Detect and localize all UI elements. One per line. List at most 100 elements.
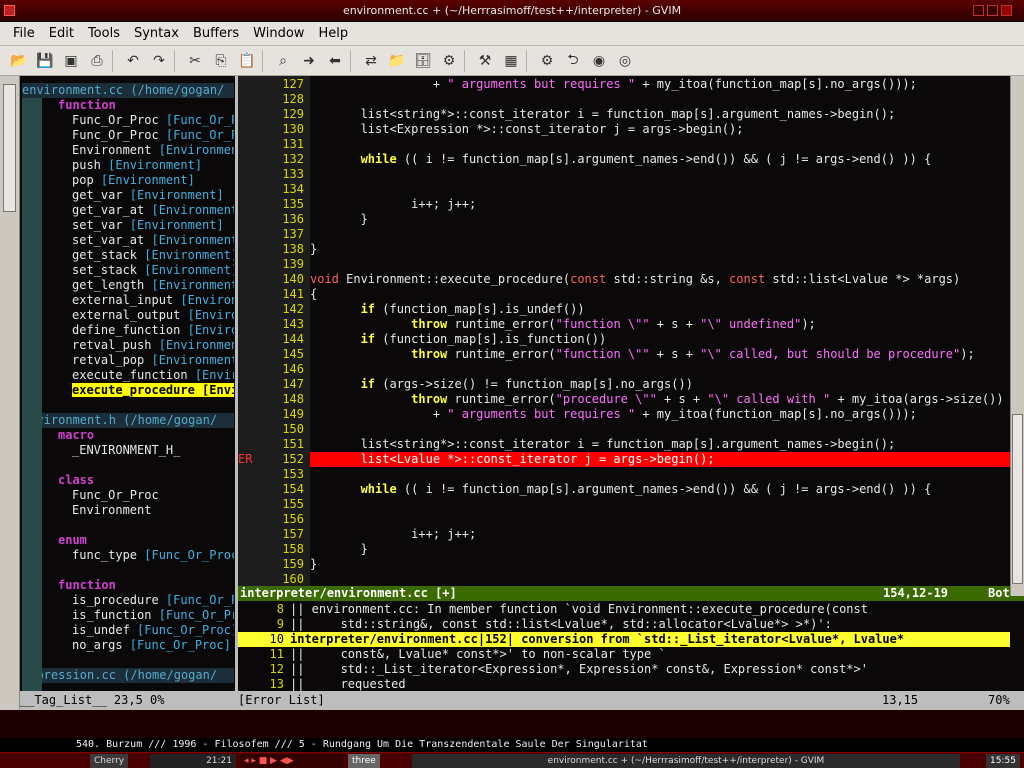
taglist-line[interactable]: is_procedure [Func_Or_P <box>22 593 234 608</box>
taskbar-desktop[interactable]: three <box>348 754 380 768</box>
code-line[interactable] <box>310 497 1010 512</box>
code-line[interactable]: list<Expression *>::const_iterator j = a… <box>310 122 1010 137</box>
taglist-line[interactable]: _ENVIRONMENT_H_ <box>22 443 234 458</box>
close-icon[interactable] <box>1001 5 1012 16</box>
code-line[interactable]: i++; j++; <box>310 527 1010 542</box>
taglist-line[interactable]: Func_Or_Proc [Func_Or_P <box>22 128 234 143</box>
help-button[interactable]: ◉ <box>586 49 612 73</box>
taglist-line[interactable]: func_type [Func_Or_Proc <box>22 548 234 563</box>
player-controls[interactable]: ◂ ▸ ■ ▶ ◀▶ <box>240 754 344 768</box>
taglist-item-name[interactable]: Func_Or_Proc <box>72 128 166 142</box>
taglist-item-name[interactable]: pop <box>72 173 101 187</box>
taglist-line[interactable]: is_undef [Func_Or_Proc] <box>22 623 234 638</box>
taglist-item-name[interactable]: func_type <box>72 548 144 562</box>
taglist-line[interactable]: class <box>22 473 234 488</box>
taglist-item-name[interactable]: external_output <box>72 308 188 322</box>
menu-buffers[interactable]: Buffers <box>186 22 246 46</box>
taglist-line[interactable]: retval_pop [Environment <box>22 353 234 368</box>
replace-button[interactable]: ⇄ <box>358 49 384 73</box>
run-script-button[interactable]: ⚙ <box>436 49 462 73</box>
taglist-item-name[interactable]: Environment <box>72 503 151 517</box>
taglist-item-name[interactable]: is_undef <box>72 623 137 637</box>
taglist-item-name[interactable]: _ENVIRONMENT_H_ <box>72 443 180 457</box>
taglist-line[interactable]: external_input [Environ <box>22 293 234 308</box>
maximize-icon[interactable] <box>987 5 998 16</box>
taglist-line[interactable]: execute_function [Envir <box>22 368 234 383</box>
code-line[interactable]: if (function_map[s].is_undef()) <box>310 302 1010 317</box>
paste-button[interactable]: 📋 <box>234 49 260 73</box>
code-line[interactable]: i++; j++; <box>310 197 1010 212</box>
menu-tools[interactable]: Tools <box>81 22 127 46</box>
find-next-button[interactable]: ➜ <box>296 49 322 73</box>
taglist-line[interactable]: get_var_at [Environment] <box>22 203 234 218</box>
horizontal-scrollbar[interactable] <box>0 710 1024 738</box>
code-line[interactable] <box>310 422 1010 437</box>
code-line[interactable]: throw runtime_error("function \"" + s + … <box>310 317 1010 332</box>
code-line[interactable]: throw runtime_error("procedure \"" + s +… <box>310 392 1010 407</box>
jump-tag-button[interactable]: ⮌ <box>560 49 586 73</box>
save-button[interactable]: 💾 <box>32 49 58 73</box>
taglist-line[interactable]: retval_push [Environmen <box>22 338 234 353</box>
taglist-line[interactable]: get_length [Environment] <box>22 278 234 293</box>
taglist-line[interactable]: no_args [Func_Or_Proc] <box>22 638 234 653</box>
code-line[interactable] <box>310 167 1010 182</box>
code-line[interactable]: } <box>310 557 1010 572</box>
code-line[interactable]: while (( i != function_map[s].argument_n… <box>310 152 1010 167</box>
taglist-line[interactable]: set_stack [Environment] <box>22 263 234 278</box>
taglist-line[interactable]: set_var_at [Environment] <box>22 233 234 248</box>
menu-help[interactable]: Help <box>311 22 355 46</box>
code-line[interactable] <box>310 137 1010 152</box>
quickfix-line[interactable]: 12 || std::_List_iterator<Expression*, Ex… <box>238 662 1010 677</box>
menu-syntax[interactable]: Syntax <box>127 22 186 46</box>
code-line[interactable]: if (function_map[s].is_function()) <box>310 332 1010 347</box>
taglist-line[interactable]: Environment <box>22 503 234 518</box>
taglist-line[interactable]: define_function [Enviro <box>22 323 234 338</box>
quickfix-line[interactable]: 13 || requested <box>238 677 1010 692</box>
taglist-item-name[interactable]: get_var <box>72 188 130 202</box>
code-line[interactable]: } <box>310 542 1010 557</box>
left-scrollbar-thumb[interactable] <box>3 84 16 212</box>
taglist-item-name[interactable]: retval_pop <box>72 353 151 367</box>
menu-edit[interactable]: Edit <box>42 22 81 46</box>
code-line[interactable]: + " arguments but requires " + my_itoa(f… <box>310 407 1010 422</box>
print-button[interactable]: ⎙ <box>84 49 110 73</box>
code-line[interactable]: void Environment::execute_procedure(cons… <box>310 272 1010 287</box>
taglist-item-name[interactable]: get_var_at <box>72 203 151 217</box>
code-line[interactable]: } <box>310 212 1010 227</box>
taglist-item-name[interactable]: Func_Or_Proc <box>72 488 159 502</box>
quickfix-line[interactable]: 11 || const&, Lvalue* const*>' to non-sca… <box>238 647 1010 662</box>
code-line[interactable]: list<string*>::const_iterator i = functi… <box>310 437 1010 452</box>
taglist-file-header[interactable]: environment.h (/home/gogan/ <box>22 413 234 428</box>
load-session-button[interactable]: 📁 <box>384 49 410 73</box>
taglist-item-name[interactable]: execute_function <box>72 368 195 382</box>
taglist-line[interactable]: function <box>22 578 234 593</box>
taglist-item-name[interactable]: is_procedure <box>72 593 166 607</box>
build-tags-button[interactable]: ⚙ <box>534 49 560 73</box>
taglist-item-name[interactable]: no_args <box>72 638 130 652</box>
save-all-button[interactable]: ▣ <box>58 49 84 73</box>
undo-button[interactable]: ↶ <box>120 49 146 73</box>
taglist-line[interactable]: pop [Environment] <box>22 173 234 188</box>
code-line[interactable]: } <box>310 242 1010 257</box>
taglist-line[interactable]: external_output [Enviro <box>22 308 234 323</box>
taglist-line[interactable]: get_var [Environment] <box>22 188 234 203</box>
redo-button[interactable]: ↷ <box>146 49 172 73</box>
left-scrollbar[interactable] <box>0 76 20 710</box>
code-line[interactable]: list<Lvalue *>::const_iterator j = args-… <box>310 452 1010 467</box>
taglist-line[interactable]: Func_Or_Proc <box>22 488 234 503</box>
menu-file[interactable]: File <box>6 22 42 46</box>
taglist-line[interactable]: is_function [Func_Or_Pr <box>22 608 234 623</box>
menu-window[interactable]: Window <box>246 22 311 46</box>
quickfix-line[interactable]: 9 || std::string&, const std::list<Lvalue… <box>238 617 1010 632</box>
taskbar-app-cherry[interactable]: Cherry <box>90 754 129 768</box>
quickfix-line[interactable]: 8 || environment.cc: In member function `… <box>238 602 1010 617</box>
taglist-item-name[interactable]: is_function <box>72 608 159 622</box>
code-line[interactable] <box>310 257 1010 272</box>
find-button[interactable]: ⌕ <box>270 49 296 73</box>
taglist-line[interactable]: function <box>22 98 234 113</box>
code-line[interactable] <box>310 362 1010 377</box>
taglist-line[interactable]: push [Environment] <box>22 158 234 173</box>
code-line[interactable]: throw runtime_error("function \"" + s + … <box>310 347 1010 362</box>
taglist-item-name[interactable]: get_length <box>72 278 151 292</box>
right-scrollbar-thumb[interactable] <box>1012 414 1023 584</box>
